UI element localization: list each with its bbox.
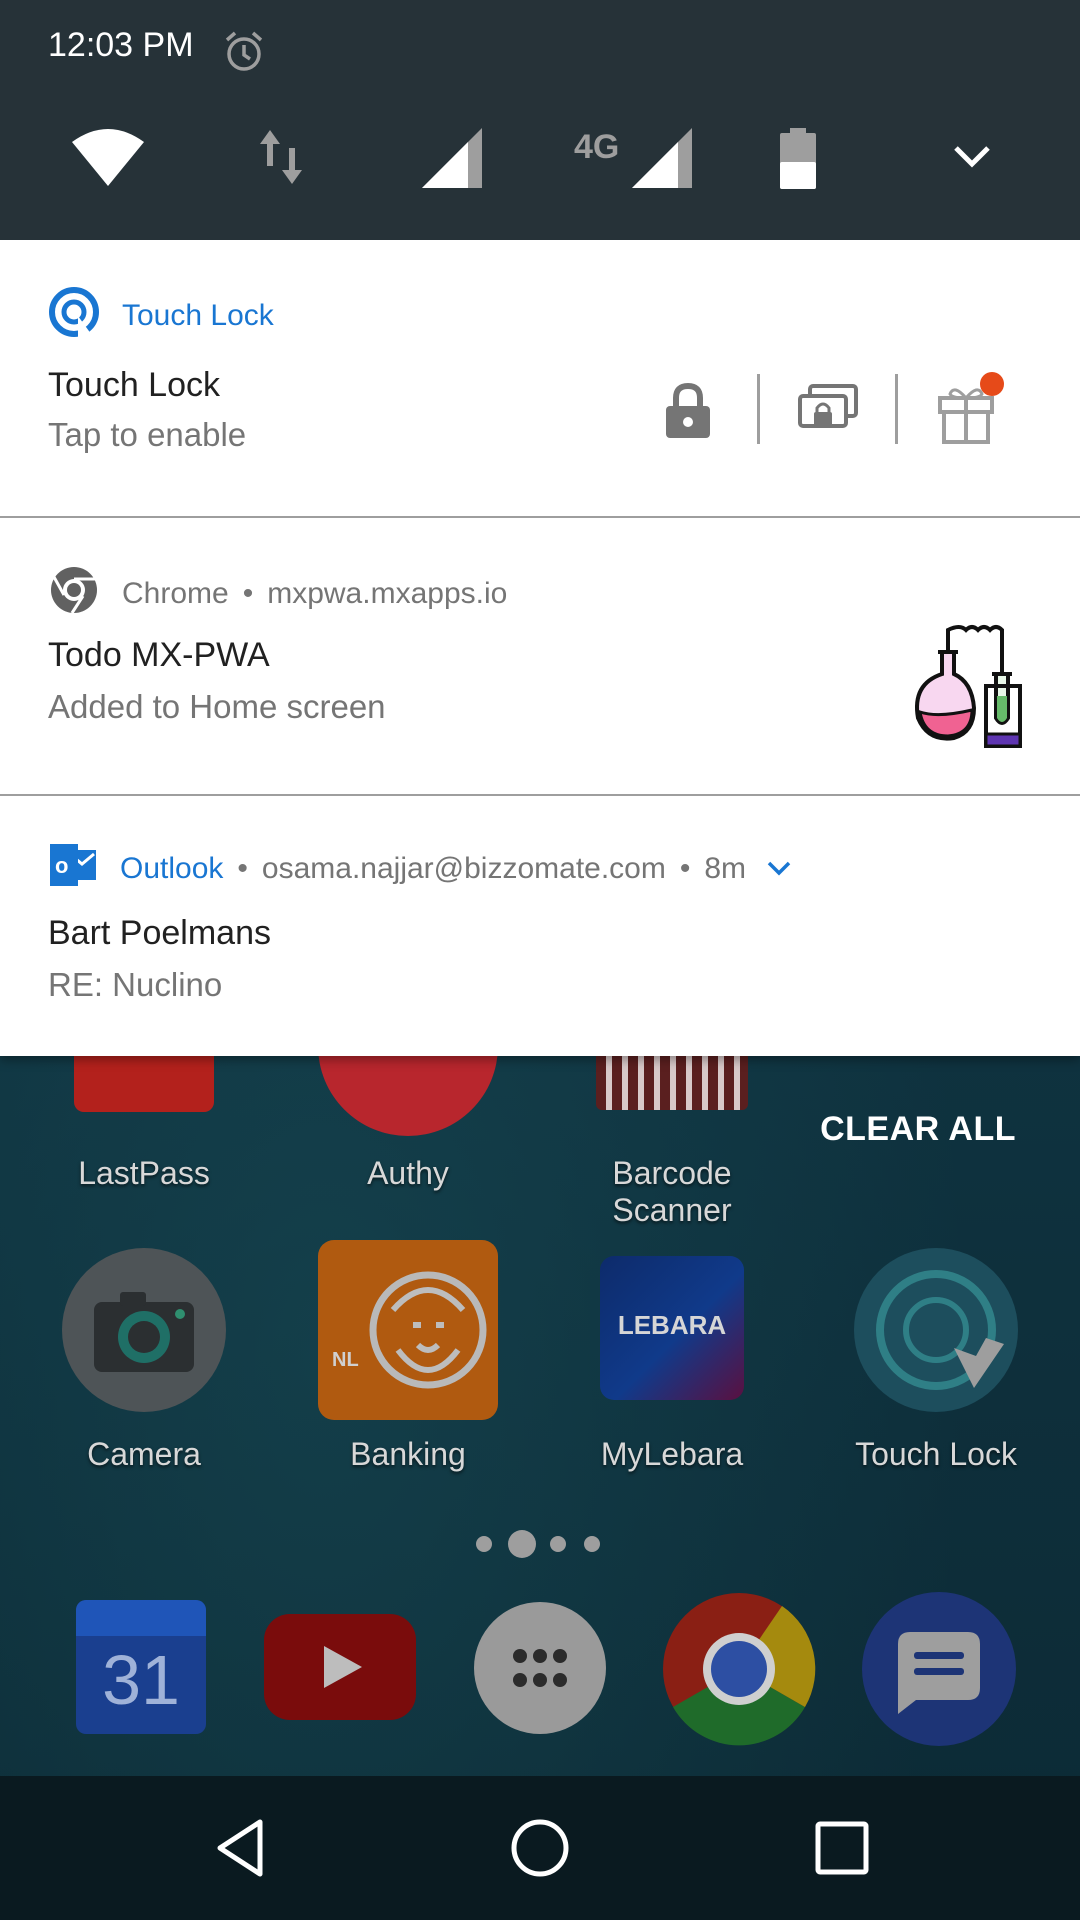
- divider: [757, 374, 760, 444]
- calendar-icon[interactable]: 31: [76, 1600, 206, 1734]
- separator-dot: •: [237, 852, 248, 885]
- notification-time: 8m: [704, 852, 747, 885]
- notification-title: Touch Lock: [48, 366, 220, 404]
- alarm-icon: [222, 30, 266, 79]
- notification-text: Added to Home screen: [48, 688, 386, 725]
- touch-lock-app-icon[interactable]: [854, 1248, 1018, 1412]
- app-label-mylebara[interactable]: MyLebara: [552, 1436, 792, 1473]
- divider: [895, 374, 898, 444]
- notification-list: Touch Lock Touch Lock Tap to enable Chro…: [0, 240, 1080, 1056]
- status-time: 12:03 PM: [48, 26, 194, 64]
- expand-chevron-icon[interactable]: [952, 144, 992, 175]
- network-type-label: 4G: [574, 128, 620, 166]
- expand-notification-icon[interactable]: [766, 852, 792, 886]
- wifi-icon[interactable]: [70, 126, 146, 193]
- notification-text: RE: Nuclino: [48, 966, 223, 1003]
- battery-icon[interactable]: [778, 128, 818, 195]
- camera-icon[interactable]: [62, 1248, 226, 1412]
- notification-header: Touch Lock: [48, 286, 274, 346]
- barcode-scanner-icon[interactable]: [596, 1050, 748, 1110]
- notification-header: o Outlook • osama.najjar@bizzomate.com •…: [48, 842, 792, 896]
- notification-touch-lock[interactable]: Touch Lock Touch Lock Tap to enable: [0, 240, 1080, 516]
- screens-lock-icon[interactable]: [796, 384, 858, 443]
- banking-badge: NL: [332, 1349, 359, 1371]
- app-drawer-icon[interactable]: [474, 1602, 606, 1734]
- youtube-icon[interactable]: [264, 1614, 416, 1720]
- 4g-signal-icon[interactable]: 4G: [572, 126, 696, 190]
- app-label-barcode-scanner[interactable]: Barcode Scanner: [552, 1155, 792, 1229]
- lock-icon[interactable]: [664, 382, 712, 445]
- navigation-bar: [0, 1776, 1080, 1920]
- chrome-icon: [48, 564, 100, 624]
- notification-chrome[interactable]: Chrome • mxpwa.mxapps.io Todo MX-PWA Add…: [0, 516, 1080, 794]
- lebara-logo: LEBARA: [617, 1310, 727, 1340]
- separator-dot: •: [242, 577, 254, 610]
- app-label-authy[interactable]: Authy: [288, 1155, 528, 1192]
- notification-app-name: Touch Lock: [122, 299, 274, 332]
- notification-app-name: Outlook: [120, 852, 224, 885]
- recents-icon[interactable]: [808, 1814, 876, 1887]
- clear-all-button[interactable]: CLEAR ALL: [820, 1110, 1016, 1149]
- app-label-camera[interactable]: Camera: [24, 1436, 264, 1473]
- touch-lock-icon: [48, 286, 100, 346]
- messages-icon[interactable]: [862, 1592, 1016, 1746]
- notification-app-name: Chrome: [122, 577, 229, 610]
- data-transfer-icon[interactable]: [256, 126, 306, 193]
- app-label-lastpass[interactable]: LastPass: [24, 1155, 264, 1192]
- mylebara-icon[interactable]: LEBARA: [600, 1256, 744, 1400]
- svg-text:o: o: [55, 853, 68, 878]
- separator-dot: •: [679, 852, 691, 885]
- cell-signal-icon[interactable]: [420, 126, 486, 195]
- banking-icon[interactable]: NL: [318, 1240, 498, 1420]
- chemistry-flasks-icon: [908, 622, 1034, 753]
- notification-header: Chrome • mxpwa.mxapps.io: [48, 564, 507, 624]
- back-icon[interactable]: [206, 1814, 274, 1887]
- notification-outlook[interactable]: o Outlook • osama.najjar@bizzomate.com •…: [0, 794, 1080, 1056]
- home-icon[interactable]: [506, 1814, 574, 1887]
- notification-title: Todo MX-PWA: [48, 636, 270, 674]
- notification-text: Tap to enable: [48, 416, 247, 453]
- notification-title: Bart Poelmans: [48, 914, 271, 952]
- outlook-icon: o: [48, 842, 98, 896]
- notification-source: mxpwa.mxapps.io: [267, 577, 508, 610]
- gift-icon[interactable]: [936, 370, 1008, 449]
- calendar-day: 31: [102, 1641, 180, 1719]
- notification-account: osama.najjar@bizzomate.com: [261, 852, 666, 885]
- chrome-dock-icon[interactable]: [662, 1592, 816, 1746]
- app-label-touch-lock[interactable]: Touch Lock: [816, 1436, 1056, 1473]
- quick-settings-header: 12:03 PM 4G: [0, 0, 1080, 240]
- page-indicator: [474, 1528, 606, 1558]
- app-label-banking[interactable]: Banking: [288, 1436, 528, 1473]
